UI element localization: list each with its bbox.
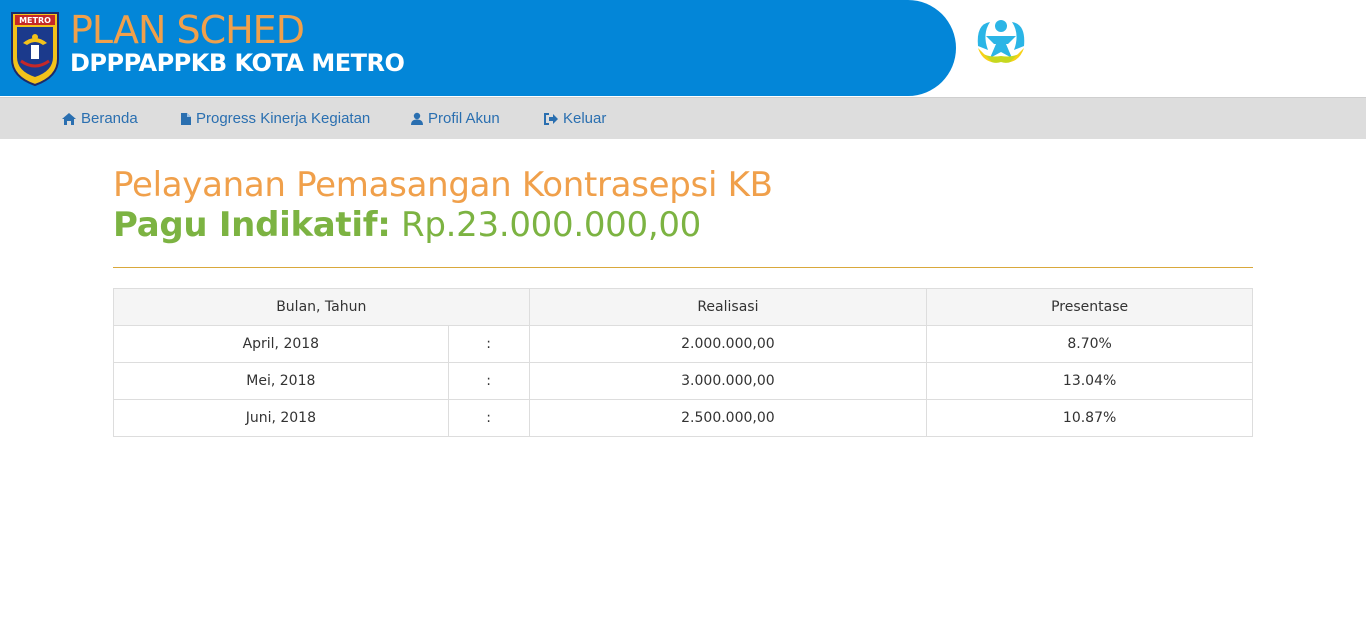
nav-label: Keluar bbox=[563, 110, 607, 127]
activity-heading: Pelayanan Pemasangan Kontrasepsi KB Pagu… bbox=[113, 165, 1253, 245]
table-row: April, 2018 : 2.000.000,00 8.70% bbox=[113, 325, 1253, 363]
nav-item-keluar[interactable]: Keluar bbox=[543, 98, 606, 139]
column-header-realisasi: Realisasi bbox=[528, 288, 928, 326]
column-header-presentase: Presentase bbox=[926, 288, 1253, 326]
column-header-bulan: Bulan, Tahun bbox=[113, 288, 530, 326]
table-row: Mei, 2018 : 3.000.000,00 13.04% bbox=[113, 362, 1253, 400]
city-crest-icon: METRO bbox=[11, 12, 59, 87]
document-icon bbox=[181, 112, 191, 125]
app-subtitle: DPPPAPPKB KOTA METRO bbox=[70, 49, 405, 77]
nav-item-profil-akun[interactable]: Profil Akun bbox=[410, 98, 500, 139]
app-title: PLAN SCHED bbox=[70, 8, 305, 52]
cell-period: Juni, 2018 bbox=[113, 399, 449, 437]
bkkbn-logo-icon bbox=[977, 20, 1025, 63]
cell-presentase: 13.04% bbox=[926, 362, 1253, 400]
pagu-value: Rp.23.000.000,00 bbox=[401, 205, 702, 245]
table-row: Juni, 2018 : 2.500.000,00 10.87% bbox=[113, 399, 1253, 437]
realisasi-table: Bulan, Tahun Realisasi Presentase April,… bbox=[113, 288, 1253, 437]
cell-presentase: 10.87% bbox=[926, 399, 1253, 437]
heading-divider bbox=[113, 267, 1253, 268]
table-header-row: Bulan, Tahun Realisasi Presentase bbox=[113, 288, 1253, 326]
sign-out-icon bbox=[544, 112, 558, 125]
activity-title: Pelayanan Pemasangan Kontrasepsi KB bbox=[113, 165, 773, 205]
cell-separator: : bbox=[447, 325, 530, 363]
cell-separator: : bbox=[447, 399, 530, 437]
nav-label: Progress Kinerja Kegiatan bbox=[196, 110, 371, 127]
cell-realisasi: 3.000.000,00 bbox=[528, 362, 928, 400]
pagu-label: Pagu Indikatif: bbox=[113, 205, 391, 245]
nav-label: Beranda bbox=[81, 110, 138, 127]
cell-presentase: 8.70% bbox=[926, 325, 1253, 363]
cell-realisasi: 2.500.000,00 bbox=[528, 399, 928, 437]
cell-period: April, 2018 bbox=[113, 325, 449, 363]
crest-label: METRO bbox=[19, 16, 51, 25]
nav-label: Profil Akun bbox=[428, 110, 500, 127]
main-navbar: Beranda Progress Kinerja Kegiatan Profil… bbox=[0, 97, 1366, 139]
pagu-indikatif: Pagu Indikatif: Rp.23.000.000,00 bbox=[113, 205, 1253, 245]
home-icon bbox=[62, 112, 76, 125]
cell-realisasi: 2.000.000,00 bbox=[528, 325, 928, 363]
cell-separator: : bbox=[447, 362, 530, 400]
nav-item-beranda[interactable]: Beranda bbox=[61, 98, 138, 139]
header-banner: METRO PLAN SCHED DPPPAPPKB KOTA METRO bbox=[0, 0, 956, 96]
cell-period: Mei, 2018 bbox=[113, 362, 449, 400]
nav-item-progress-kinerja[interactable]: Progress Kinerja Kegiatan bbox=[180, 98, 370, 139]
user-icon bbox=[411, 112, 423, 125]
page-header: METRO PLAN SCHED DPPPAPPKB KOTA METRO bbox=[0, 0, 1366, 97]
